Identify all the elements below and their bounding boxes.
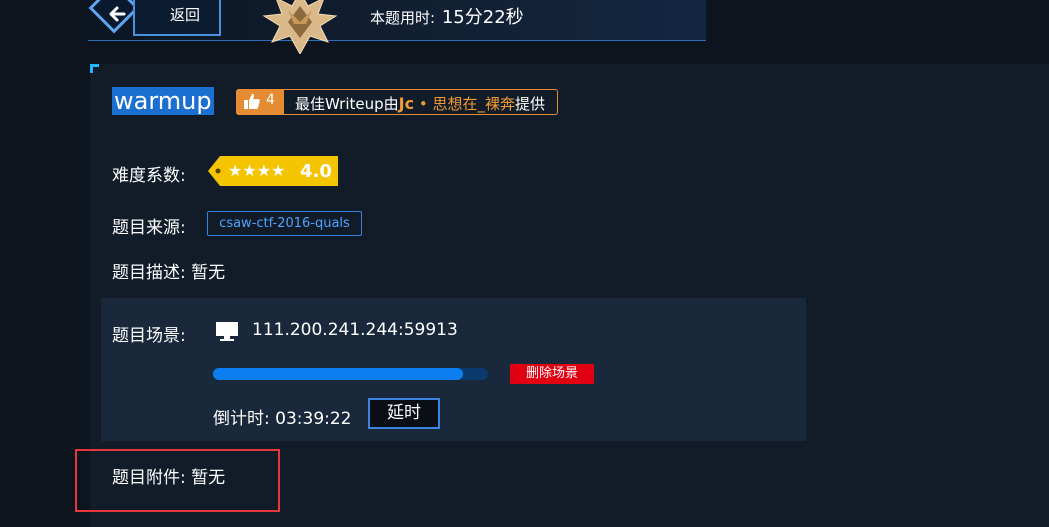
writeup-name[interactable]: 思想在_裸奔 [432, 95, 515, 113]
description-label: 题目描述: [112, 263, 186, 283]
source-label: 题目来源: [112, 218, 186, 238]
difficulty-stars: ★★★★ [228, 161, 286, 180]
writeup-author[interactable]: Jc [399, 94, 414, 113]
difficulty-label: 难度系数: [112, 166, 186, 186]
description: 题目描述: 暂无 [112, 258, 225, 283]
delete-scene-button[interactable]: 删除场景 [510, 364, 594, 384]
like-count: 4 [266, 92, 275, 108]
source-tag[interactable]: csaw-ctf-2016-quals [207, 211, 362, 236]
extend-time-button[interactable]: 延时 [368, 398, 440, 429]
writeup-prefix: 最佳Writeup由 [295, 95, 399, 113]
elapsed-time-label: 本题用时: [370, 9, 436, 27]
scene-progress-bar [213, 368, 488, 380]
like-button[interactable]: 4 [236, 89, 284, 115]
scene-progress-fill [213, 368, 464, 380]
elapsed-time: 本题用时: 15分22秒 [370, 3, 524, 29]
countdown-label: 倒计时: [213, 409, 270, 429]
scene-label: 题目场景: [112, 326, 186, 346]
back-arrow-icon[interactable] [104, 0, 134, 28]
back-button-label[interactable]: 返回 [170, 4, 200, 25]
rank-badge-icon [258, 0, 342, 56]
panel-corner-decoration [90, 64, 99, 73]
scene-address[interactable]: 111.200.241.244:59913 [252, 320, 458, 340]
writeup-credit[interactable]: 最佳Writeup由Jc • 思想在_裸奔提供 [295, 93, 545, 114]
attachment-highlight-box [75, 449, 280, 512]
thumbs-up-icon [244, 93, 260, 109]
difficulty-value: 4.0 [300, 161, 332, 182]
writeup-separator: • [414, 95, 433, 113]
monitor-icon [216, 322, 238, 341]
description-value: 暂无 [191, 263, 226, 283]
countdown: 倒计时: 03:39:22 [213, 404, 352, 429]
challenge-title: warmup [112, 87, 214, 115]
elapsed-time-value: 15分22秒 [441, 7, 524, 28]
writeup-suffix: 提供 [514, 95, 545, 113]
countdown-value: 03:39:22 [275, 409, 352, 429]
